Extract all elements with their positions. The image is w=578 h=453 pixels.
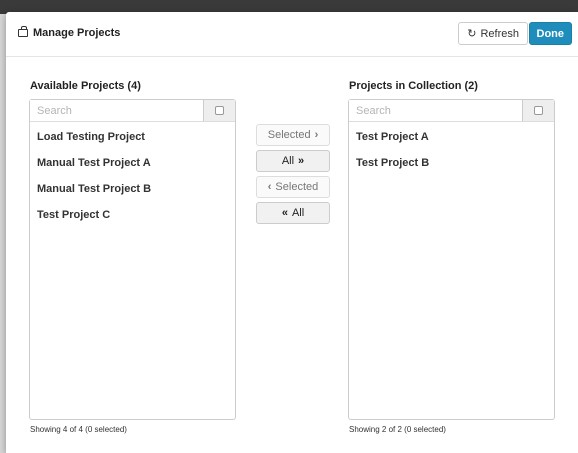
collection-select-all[interactable] — [522, 100, 554, 121]
move-all-button[interactable]: All » — [256, 150, 330, 172]
refresh-label: Refresh — [480, 27, 519, 40]
checkbox-icon — [534, 106, 543, 115]
remove-all-label: All — [291, 207, 305, 219]
collection-search-input[interactable] — [349, 100, 522, 121]
chevron-right-icon: › — [314, 129, 319, 141]
collection-projects-list: Test Project A Test Project B — [348, 99, 555, 420]
double-chevron-left-icon: « — [281, 207, 288, 219]
remove-selected-button[interactable]: ‹ Selected — [256, 176, 330, 198]
chevron-left-icon: ‹ — [267, 181, 272, 193]
refresh-button[interactable]: ↻ Refresh — [458, 22, 528, 45]
move-selected-label: Selected — [267, 129, 311, 141]
list-item[interactable]: Test Project A — [349, 126, 554, 152]
modal-title: Manage Projects — [18, 26, 121, 39]
available-items: Load Testing Project Manual Test Project… — [30, 126, 235, 230]
list-item[interactable]: Load Testing Project — [30, 126, 235, 152]
list-item[interactable]: Manual Test Project A — [30, 152, 235, 178]
checkbox-icon — [215, 106, 224, 115]
collection-search-row — [349, 100, 554, 122]
available-search-row — [30, 100, 235, 122]
list-item[interactable]: Manual Test Project B — [30, 178, 235, 204]
briefcase-icon — [18, 26, 28, 37]
modal-title-text: Manage Projects — [33, 27, 121, 39]
manage-projects-modal: Manage Projects ↻ Refresh Done Available… — [6, 12, 578, 453]
remove-all-button[interactable]: « All — [256, 202, 330, 224]
move-selected-button[interactable]: Selected › — [256, 124, 330, 146]
remove-selected-label: Selected — [275, 181, 319, 193]
available-projects-list: Load Testing Project Manual Test Project… — [29, 99, 236, 420]
available-projects-title: Available Projects (4) — [30, 80, 141, 92]
list-item[interactable]: Test Project B — [349, 152, 554, 178]
list-item[interactable]: Test Project C — [30, 204, 235, 230]
collection-projects-title: Projects in Collection (2) — [349, 80, 478, 92]
available-select-all[interactable] — [203, 100, 235, 121]
done-button[interactable]: Done — [528, 22, 572, 45]
refresh-icon: ↻ — [467, 28, 477, 40]
move-all-label: All — [281, 155, 295, 167]
double-chevron-right-icon: » — [298, 155, 305, 167]
modal-header: Manage Projects ↻ Refresh Done — [6, 12, 578, 57]
collection-footer: Showing 2 of 2 (0 selected) — [349, 425, 446, 434]
available-search-input[interactable] — [30, 100, 203, 121]
available-footer: Showing 4 of 4 (0 selected) — [30, 425, 127, 434]
collection-items: Test Project A Test Project B — [349, 126, 554, 178]
